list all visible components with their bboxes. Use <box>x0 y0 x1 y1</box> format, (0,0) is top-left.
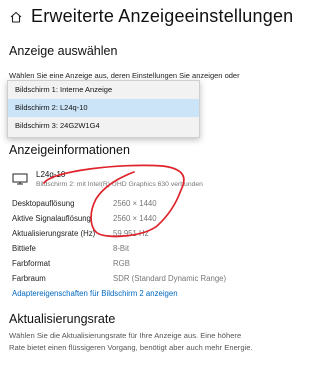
monitor-icon <box>12 173 28 185</box>
monitor-description: Bildschirm 2: mit Intel(R) UHD Graphics … <box>36 181 203 188</box>
property-value-color-format: RGB <box>113 259 130 268</box>
property-value-desktop-resolution: 2560 × 1440 <box>113 199 157 208</box>
dropdown-option-display-1[interactable]: Bildschirm 1: Interne Anzeige <box>8 81 199 99</box>
monitor-name: L24q-10 <box>36 170 66 179</box>
display-info-heading: Anzeigeinformationen <box>9 143 130 157</box>
select-display-heading: Anzeige auswählen <box>9 44 118 58</box>
adapter-properties-link[interactable]: Adaptereigenschaften für Bildschirm 2 an… <box>12 289 178 298</box>
property-value-active-signal-resolution: 2560 × 1440 <box>113 214 157 223</box>
page-header: Erweiterte Anzeigeeinstellungen <box>9 6 293 27</box>
property-label-refresh-rate: Aktualisierungsrate (Hz) <box>12 229 96 238</box>
property-label-color-format: Farbformat <box>12 259 51 268</box>
display-select-dropdown[interactable]: Bildschirm 1: Interne Anzeige Bildschirm… <box>7 80 200 138</box>
dropdown-option-display-3[interactable]: Bildschirm 3: 24G2W1G4 <box>8 117 199 135</box>
property-label-bit-depth: Bittiefe <box>12 244 36 253</box>
refresh-rate-description-line1: Wählen Sie die Aktualisierungsrate für I… <box>9 331 242 340</box>
home-icon[interactable] <box>9 10 23 24</box>
dropdown-option-display-2[interactable]: Bildschirm 2: L24q-10 <box>8 99 199 117</box>
property-label-color-space: Farbraum <box>12 274 46 283</box>
page-title: Erweiterte Anzeigeeinstellungen <box>31 6 294 26</box>
select-display-description: Wählen Sie eine Anzeige aus, deren Einst… <box>9 71 240 80</box>
refresh-rate-heading: Aktualisierungsrate <box>9 312 116 326</box>
property-value-refresh-rate: 59,951 Hz <box>113 229 149 238</box>
refresh-rate-description-line2: Rate bietet einen flüssigeren Vorgang, b… <box>9 343 253 352</box>
property-label-active-signal-resolution: Aktive Signalauflösung <box>12 214 91 223</box>
property-label-desktop-resolution: Desktopauflösung <box>12 199 75 208</box>
property-value-bit-depth: 8-Bit <box>113 244 130 253</box>
property-value-color-space: SDR (Standard Dynamic Range) <box>113 274 227 283</box>
